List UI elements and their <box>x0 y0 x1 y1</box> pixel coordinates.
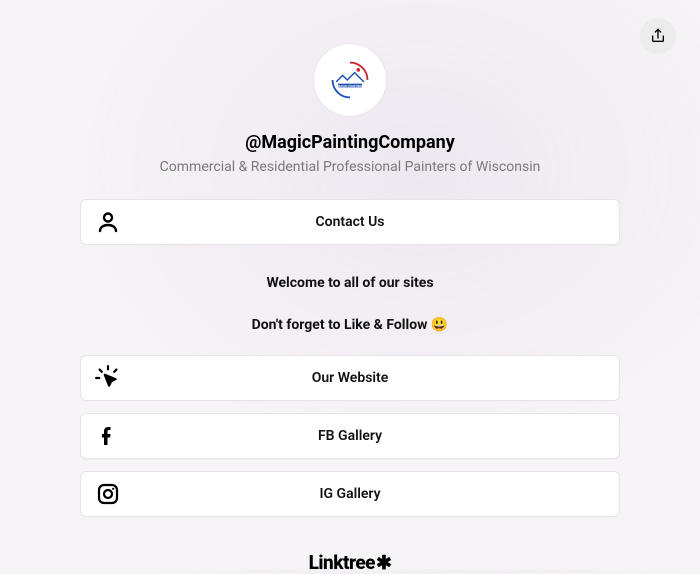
avatar: MAGIC PAINTING <box>314 44 386 116</box>
link-ig-gallery[interactable]: IG Gallery <box>80 471 620 517</box>
link-our-website[interactable]: Our Website <box>80 355 620 401</box>
instagram-icon <box>95 481 121 507</box>
linktree-logo[interactable]: Linktree✱ <box>309 551 392 574</box>
link-label: IG Gallery <box>81 486 619 502</box>
facebook-icon <box>95 423 121 449</box>
linktree-asterisk-icon: ✱ <box>376 553 391 572</box>
link-label: Our Website <box>81 370 619 386</box>
footer-brand-text: Linktree <box>309 551 375 574</box>
cursor-click-icon <box>95 365 121 391</box>
link-label: Contact Us <box>81 214 619 230</box>
person-icon <box>95 209 121 235</box>
share-icon <box>650 28 666 44</box>
link-label: FB Gallery <box>81 428 619 444</box>
profile-tagline: Commercial & Residential Professional Pa… <box>160 159 541 175</box>
cta-heading: Don't forget to Like & Follow 😃 <box>252 317 449 333</box>
profile-handle: @MagicPaintingCompany <box>245 132 455 153</box>
link-fb-gallery[interactable]: FB Gallery <box>80 413 620 459</box>
svg-text:MAGIC PAINTING: MAGIC PAINTING <box>338 84 363 88</box>
share-button[interactable] <box>640 18 676 54</box>
avatar-logo-icon: MAGIC PAINTING <box>327 57 373 103</box>
welcome-heading: Welcome to all of our sites <box>266 275 433 291</box>
link-contact-us[interactable]: Contact Us <box>80 199 620 245</box>
